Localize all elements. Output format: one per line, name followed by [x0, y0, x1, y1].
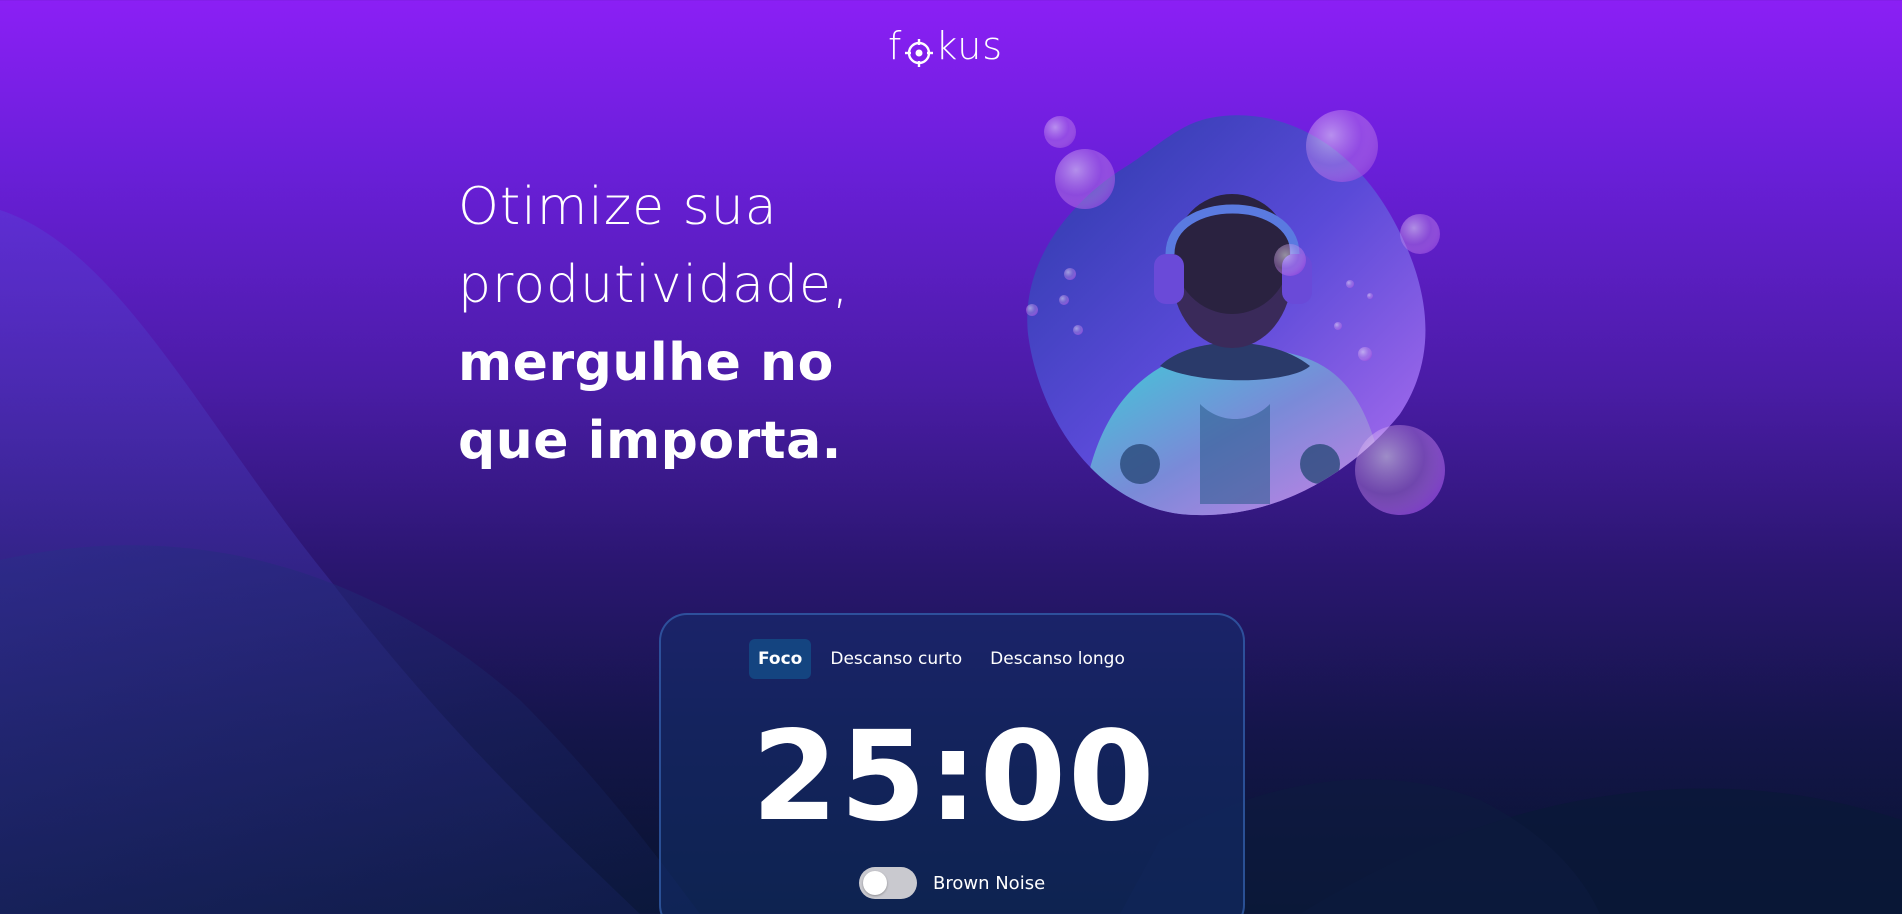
timer-card: Foco Descanso curto Descanso longo 25:00… [659, 613, 1245, 914]
headline-line-2: produtividade, [458, 255, 850, 315]
mode-tabs: Foco Descanso curto Descanso longo [749, 639, 1134, 679]
music-switch[interactable] [859, 867, 917, 899]
timer-display: 25:00 [751, 705, 1157, 849]
switch-knob [863, 871, 887, 895]
hero-headline: Otimize sua produtividade, mergulhe no q… [458, 168, 958, 480]
target-icon [904, 33, 934, 67]
fokus-logo: f kus [888, 24, 1004, 68]
headline-line-1: Otimize sua [458, 177, 778, 237]
logo-suffix: kus [935, 24, 1004, 68]
tab-descanso-curto[interactable]: Descanso curto [821, 639, 971, 679]
music-label: Brown Noise [933, 872, 1046, 894]
logo-prefix: f [888, 24, 903, 68]
tab-descanso-longo[interactable]: Descanso longo [981, 639, 1134, 679]
music-toggle[interactable]: Brown Noise [859, 867, 1045, 899]
headline-line-4: que importa. [458, 411, 842, 471]
headline-line-3: mergulhe no [458, 333, 834, 393]
tab-foco[interactable]: Foco [749, 639, 812, 679]
diver-with-headphones-illustration [1026, 110, 1445, 516]
